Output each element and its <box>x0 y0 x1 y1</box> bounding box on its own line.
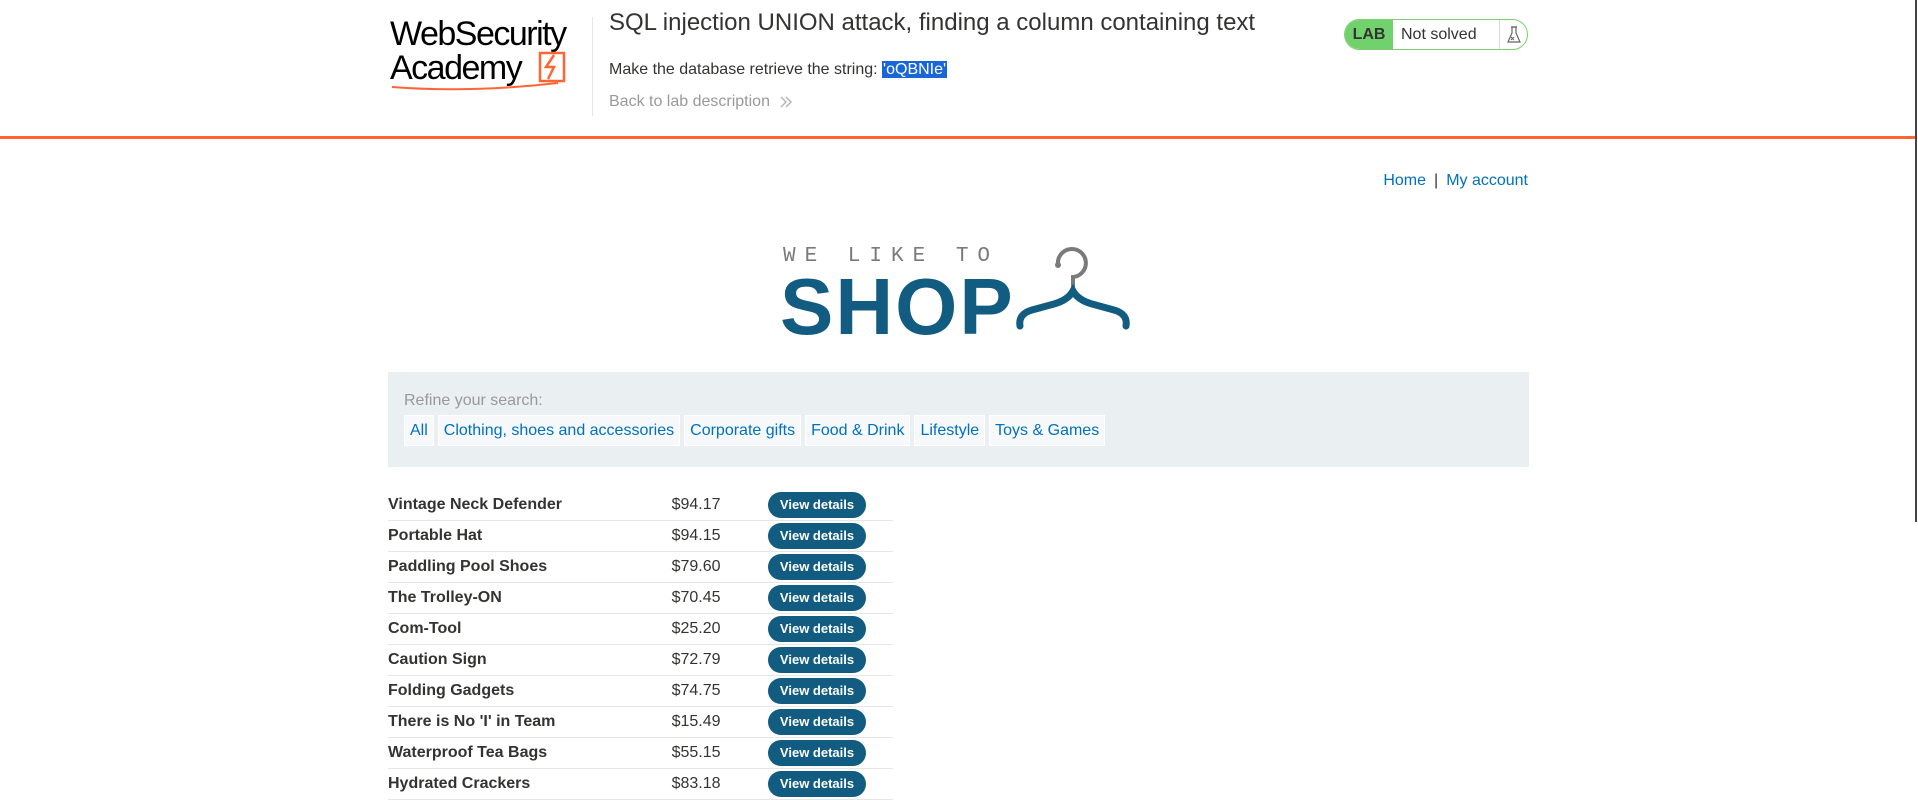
product-price: $15.49 <box>654 706 746 738</box>
lab-badge: LAB <box>1345 20 1393 49</box>
filter-food-drink[interactable]: Food & Drink <box>805 415 911 446</box>
refine-search-label: Refine your search: <box>404 392 543 409</box>
lab-status-widget: LAB Not solved <box>1344 19 1528 50</box>
table-row: Vintage Neck Defender $94.17 View detail… <box>388 490 893 521</box>
back-to-lab-description-link[interactable]: Back to lab description <box>609 93 793 111</box>
view-details-button[interactable]: View details <box>767 740 867 766</box>
filter-toys-games[interactable]: Toys & Games <box>989 415 1106 446</box>
table-row: There is No 'I' in Team $15.49 View deta… <box>388 706 893 738</box>
filter-all[interactable]: All <box>404 415 434 446</box>
product-action-cell: View details <box>745 768 893 800</box>
top-nav: Home | My account <box>1370 172 1528 190</box>
category-filters: All Clothing, shoes and accessories Corp… <box>404 415 1106 446</box>
nav-my-account-link[interactable]: My account <box>1446 172 1528 189</box>
lab-status-text: Not solved <box>1393 20 1500 49</box>
lightning-icon <box>538 51 566 83</box>
table-row: Paddling Pool Shoes $79.60 View details <box>388 551 893 583</box>
product-price: $94.17 <box>654 490 746 521</box>
product-name: Paddling Pool Shoes <box>388 551 655 583</box>
view-details-button[interactable]: View details <box>767 523 867 549</box>
filter-clothing[interactable]: Clothing, shoes and accessories <box>437 415 681 446</box>
flask-icon[interactable] <box>1500 20 1527 49</box>
product-name: Waterproof Tea Bags <box>388 737 655 769</box>
table-row: Com-Tool $25.20 View details <box>388 613 893 645</box>
product-action-cell: View details <box>745 675 893 707</box>
product-name: Vintage Neck Defender <box>388 490 655 521</box>
product-action-cell: View details <box>745 613 893 645</box>
view-details-button[interactable]: View details <box>767 709 867 735</box>
view-details-button[interactable]: View details <box>767 554 867 580</box>
table-row: Caution Sign $72.79 View details <box>388 644 893 676</box>
back-link-label: Back to lab description <box>609 93 770 110</box>
product-action-cell: View details <box>745 737 893 769</box>
product-action-cell: View details <box>745 582 893 614</box>
product-price: $83.18 <box>654 768 746 800</box>
lab-goal: Make the database retrieve the string: '… <box>609 61 948 79</box>
product-action-cell: View details <box>745 490 893 521</box>
product-table: Vintage Neck Defender $94.17 View detail… <box>388 490 893 800</box>
nav-separator: | <box>1434 172 1439 189</box>
double-chevron-right-icon <box>780 96 793 108</box>
product-name: There is No 'I' in Team <box>388 706 655 738</box>
logo-line2: Academy <box>390 49 523 87</box>
banner-shop-text: SHOP <box>780 262 1015 340</box>
table-row: The Trolley-ON $70.45 View details <box>388 582 893 614</box>
shop-banner: WE LIKE TO SHOP <box>780 240 1140 351</box>
lab-goal-string: 'oQBNIe' <box>882 61 948 78</box>
lab-title: SQL injection UNION attack, finding a co… <box>609 9 1256 36</box>
product-action-cell: View details <box>745 644 893 676</box>
product-name: Caution Sign <box>388 644 655 676</box>
view-details-button[interactable]: View details <box>767 678 867 704</box>
product-price: $72.79 <box>654 644 746 676</box>
lab-goal-prefix: Make the database retrieve the string: <box>609 61 883 78</box>
nav-home-link[interactable]: Home <box>1383 172 1426 189</box>
view-details-button[interactable]: View details <box>767 585 867 611</box>
view-details-button[interactable]: View details <box>767 647 867 673</box>
product-name: Portable Hat <box>388 520 655 552</box>
product-action-cell: View details <box>745 551 893 583</box>
product-name: Folding Gadgets <box>388 675 655 707</box>
table-row: Portable Hat $94.15 View details <box>388 520 893 552</box>
product-name: The Trolley-ON <box>388 582 655 614</box>
table-row: Hydrated Crackers $83.18 View details <box>388 768 893 800</box>
table-row: Folding Gadgets $74.75 View details <box>388 675 893 707</box>
filter-box: Refine your search: All Clothing, shoes … <box>388 372 1529 467</box>
view-details-button[interactable]: View details <box>767 492 867 518</box>
header-divider <box>592 17 593 116</box>
view-details-button[interactable]: View details <box>767 616 867 642</box>
product-price: $55.15 <box>654 737 746 769</box>
product-price: $79.60 <box>654 551 746 583</box>
table-row: Waterproof Tea Bags $55.15 View details <box>388 737 893 769</box>
scrollbar-thumb[interactable] <box>1915 0 1917 522</box>
product-name: Com-Tool <box>388 613 655 645</box>
filter-corporate-gifts[interactable]: Corporate gifts <box>684 415 802 446</box>
product-price: $70.45 <box>654 582 746 614</box>
coat-hanger-icon <box>1016 247 1130 330</box>
product-price: $25.20 <box>654 613 746 645</box>
view-details-button[interactable]: View details <box>767 771 867 797</box>
academy-header: WebSecurity Academy SQL injection UNION … <box>0 0 1918 139</box>
product-price: $74.75 <box>654 675 746 707</box>
product-action-cell: View details <box>745 706 893 738</box>
product-name: Hydrated Crackers <box>388 768 655 800</box>
product-price: $94.15 <box>654 520 746 552</box>
filter-lifestyle[interactable]: Lifestyle <box>914 415 986 446</box>
web-security-academy-logo[interactable]: WebSecurity Academy <box>390 17 590 91</box>
logo-line1: WebSecurity <box>390 17 567 53</box>
product-action-cell: View details <box>745 520 893 552</box>
